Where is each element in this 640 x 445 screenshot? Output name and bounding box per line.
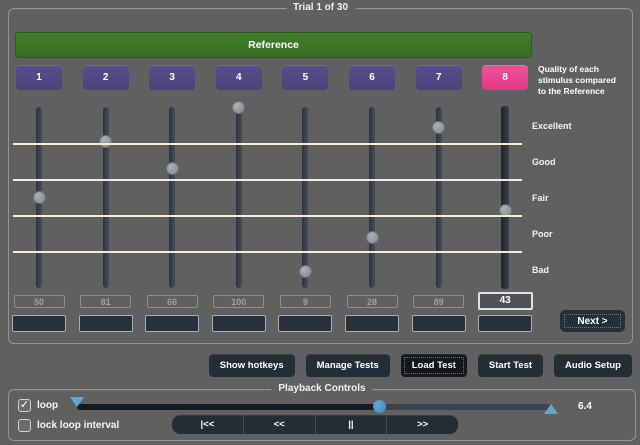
playback-title: Playback Controls [271, 383, 372, 394]
stimulus-button-1[interactable]: 1 [16, 65, 62, 90]
loop-start-marker[interactable] [70, 397, 84, 407]
comment-input-3[interactable] [145, 315, 199, 332]
value-display-2[interactable]: 81 [80, 295, 131, 308]
value-display-5[interactable]: 9 [280, 295, 331, 308]
audio-setup-button[interactable]: Audio Setup [554, 354, 632, 377]
transport-controls: |<<<<||>> [172, 415, 458, 434]
slider-handle-1[interactable] [33, 191, 46, 204]
playback-slider-track-played[interactable] [77, 404, 380, 410]
comment-input-1[interactable] [12, 315, 66, 332]
stimulus-button-7[interactable]: 7 [416, 65, 462, 90]
value-display-3[interactable]: 66 [147, 295, 198, 308]
slider-handle-7[interactable] [432, 121, 445, 134]
stimulus-button-8[interactable]: 8 [482, 65, 528, 90]
value-display-4[interactable]: 100 [213, 295, 264, 308]
comment-input-2[interactable] [79, 315, 133, 332]
next-button[interactable]: Next > [560, 310, 625, 332]
trial-title: Trial 1 of 30 [286, 2, 355, 13]
value-display-6[interactable]: 28 [347, 295, 398, 308]
start-test-button[interactable]: Start Test [478, 354, 543, 377]
scale-label-bad: Bad [532, 265, 627, 275]
stimulus-button-3[interactable]: 3 [149, 65, 195, 90]
comment-input-6[interactable] [345, 315, 399, 332]
stimulus-button-6[interactable]: 6 [349, 65, 395, 90]
stimulus-button-2[interactable]: 2 [83, 65, 129, 90]
loop-label: loop [37, 400, 58, 411]
playhead-handle[interactable] [373, 400, 386, 413]
pause-button[interactable]: || [315, 415, 387, 434]
scale-gridline [13, 143, 522, 145]
show-hotkeys-button[interactable]: Show hotkeys [209, 354, 295, 377]
slider-handle-3[interactable] [166, 162, 179, 175]
scale-gridline [13, 251, 522, 253]
slider-track-7[interactable] [436, 107, 442, 288]
scale-label-excellent: Excellent [532, 121, 627, 131]
comment-input-5[interactable] [278, 315, 332, 332]
value-display-1[interactable]: 50 [14, 295, 65, 308]
slider-handle-5[interactable] [299, 265, 312, 278]
lock-loop-interval-label: lock loop interval [37, 420, 119, 431]
loop-end-marker[interactable] [544, 404, 558, 414]
slider-track-2[interactable] [103, 107, 109, 288]
playback-position-value: 6.4 [578, 401, 592, 412]
stimulus-button-4[interactable]: 4 [216, 65, 262, 90]
rewind-button[interactable]: << [243, 415, 315, 434]
reference-button[interactable]: Reference [15, 32, 532, 58]
slider-track-6[interactable] [369, 107, 375, 288]
manage-tests-button[interactable]: Manage Tests [306, 354, 390, 377]
load-test-button[interactable]: Load Test [401, 354, 467, 377]
skip-to-start-button[interactable]: |<< [172, 415, 243, 434]
loop-checkbox[interactable]: ✓ [18, 399, 31, 412]
slider-track-5[interactable] [302, 107, 308, 288]
comment-input-8[interactable] [478, 315, 532, 332]
slider-track-4[interactable] [236, 107, 242, 288]
comment-input-4[interactable] [212, 315, 266, 332]
slider-track-8[interactable] [501, 106, 509, 289]
scale-label-good: Good [532, 157, 627, 167]
lock-loop-interval-checkbox[interactable] [18, 419, 31, 432]
quality-note: Quality of each stimulus compared to the… [538, 64, 624, 97]
comment-input-7[interactable] [412, 315, 466, 332]
playback-slider-track-remaining[interactable] [380, 404, 551, 410]
value-display-7[interactable]: 89 [413, 295, 464, 308]
scale-label-fair: Fair [532, 193, 627, 203]
stimulus-button-5[interactable]: 5 [282, 65, 328, 90]
scale-gridline [13, 179, 522, 181]
trial-panel: Trial 1 of 30 [8, 8, 633, 344]
slider-track-3[interactable] [169, 107, 175, 288]
toolbar: Show hotkeys Manage Tests Load Test Start T… [209, 354, 632, 377]
forward-button[interactable]: >> [386, 415, 458, 434]
scale-label-poor: Poor [532, 229, 627, 239]
scale-gridline [13, 215, 522, 217]
slider-handle-6[interactable] [366, 231, 379, 244]
value-display-8[interactable]: 43 [478, 292, 533, 310]
